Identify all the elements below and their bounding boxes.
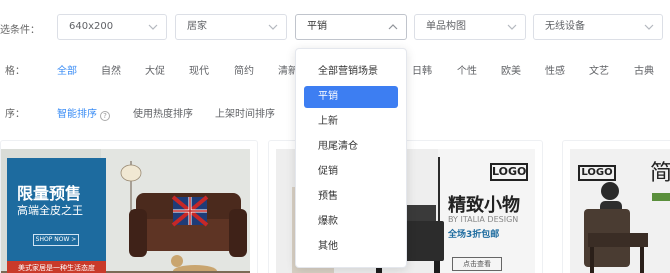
dropdown-option[interactable]: 促销 [304, 161, 398, 183]
scene-select[interactable]: 平销 [295, 14, 407, 40]
dropdown-option[interactable]: 上新 [304, 111, 398, 133]
style-tag[interactable]: 欧美 [501, 62, 521, 77]
promo-text: 全场3折包邮 [448, 230, 500, 240]
banner-footer: 美式家居是一种生活态度 [7, 261, 106, 273]
size-select[interactable]: 640x200 [57, 14, 167, 40]
dropdown-option[interactable]: 其他 [304, 236, 398, 258]
scene-select-value: 平销 [307, 21, 327, 32]
template-thumbnail: LOGO 简 [570, 149, 670, 273]
device-select-value: 无线设备 [545, 21, 585, 32]
banner-title: 精致小物 [448, 195, 520, 216]
style-label: 格： [5, 66, 25, 77]
sort-smart-label: 智能排序 [57, 109, 97, 120]
industry-select[interactable]: 居家 [175, 14, 287, 40]
sort-listing-time[interactable]: 上架时间排序 [215, 105, 275, 120]
filter-label: 选条件： [0, 25, 40, 36]
chevron-down-icon [268, 23, 278, 31]
dropdown-option[interactable]: 甩尾清仓 [304, 136, 398, 158]
promo-banner: 限量预售 高端全皮之王 SHOP NOW > 美式家居是一种生活态度 [7, 158, 106, 273]
view-button: 点击查看 [452, 257, 502, 271]
style-tag[interactable]: 大促 [145, 62, 165, 77]
style-tag[interactable]: 日韩 [412, 62, 432, 77]
banner-subtitle: 高端全皮之王 [17, 204, 83, 217]
dropdown-option[interactable]: 爆款 [304, 211, 398, 233]
style-tag[interactable]: 现代 [189, 62, 209, 77]
template-thumbnail: 限量预售 高端全皮之王 SHOP NOW > 美式家居是一种生活态度 [1, 149, 250, 273]
help-icon[interactable]: ? [100, 111, 110, 121]
shop-now-button: SHOP NOW > [33, 234, 79, 246]
brand-text: BY ITALIA DESIGN [448, 215, 519, 224]
industry-select-value: 居家 [187, 21, 207, 32]
sort-popularity[interactable]: 使用热度排序 [133, 105, 193, 120]
style-tag[interactable]: 文艺 [589, 62, 609, 77]
style-tag[interactable]: 自然 [101, 62, 121, 77]
banner-title: 限量预售 [17, 184, 82, 203]
chevron-down-icon [644, 23, 654, 31]
logo-box: LOGO [578, 165, 616, 181]
style-tag[interactable]: 个性 [457, 62, 477, 77]
chevron-down-icon [148, 23, 158, 31]
dropdown-option-selected[interactable]: 平销 [304, 86, 398, 108]
chevron-down-icon [507, 23, 517, 31]
style-tag[interactable]: 性感 [545, 62, 565, 77]
template-card[interactable]: LOGO 简 [562, 140, 670, 273]
composition-select[interactable]: 单品构图 [414, 14, 526, 40]
style-tag[interactable]: 简约 [234, 62, 254, 77]
scene-dropdown-menu: 全部营销场景 平销 上新 甩尾清仓 促销 预售 爆款 其他 [295, 48, 407, 268]
logo-box: LOGO [490, 163, 528, 181]
size-select-value: 640x200 [69, 21, 114, 32]
banner-title: 简 [650, 161, 670, 186]
sort-smart[interactable]: 智能排序? [57, 105, 110, 121]
style-tag[interactable]: 古典 [634, 62, 654, 77]
sort-label: 序： [5, 109, 25, 120]
style-tag-all[interactable]: 全部 [57, 62, 77, 77]
composition-select-value: 单品构图 [426, 21, 466, 32]
dropdown-option[interactable]: 预售 [304, 186, 398, 208]
device-select[interactable]: 无线设备 [533, 14, 663, 40]
template-card[interactable]: 限量预售 高端全皮之王 SHOP NOW > 美式家居是一种生活态度 [0, 140, 258, 273]
chevron-up-icon [388, 23, 398, 31]
dropdown-option[interactable]: 全部营销场景 [304, 61, 398, 83]
